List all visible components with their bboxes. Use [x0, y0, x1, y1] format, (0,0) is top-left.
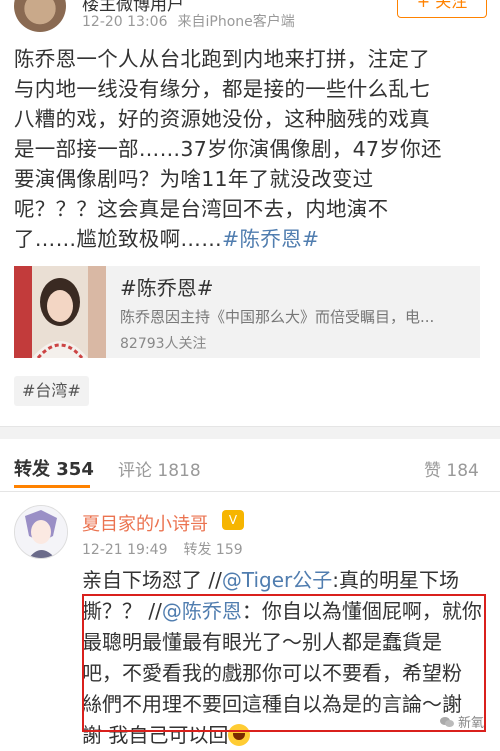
post-body: 陈乔恩一个人从台北跑到内地来打拼，注定了 与内地一线没有缘分，都是接的一些什么乱…	[14, 44, 488, 254]
tabs-divider	[0, 491, 500, 492]
topic-followers: 82793人关注	[120, 336, 207, 352]
post-meta: 12-20 13:06 来自iPhone客户端	[82, 11, 295, 31]
post-line: 陈乔恩一个人从台北跑到内地来打拼，注定了	[14, 47, 430, 71]
post-line: 要演偶像剧吗？为啥11年了就没改变过	[14, 167, 374, 191]
post-line: 呢？？？这会真是台湾回不去，内地演不	[14, 197, 389, 221]
post-line: 八糟的戏，好的资源她没份，这种脑残的戏真	[14, 107, 430, 131]
repost-line: 亲自下场怼了 //@Tiger公子:真的明星下场	[82, 565, 487, 596]
wechat-icon	[440, 717, 454, 727]
repost-line-text: 亲自下场怼了 //	[82, 568, 222, 592]
hashtag-link[interactable]: #陈乔恩#	[222, 227, 319, 251]
tag-chip[interactable]: #台湾#	[14, 376, 89, 406]
repost-username[interactable]: 夏目家的小诗哥	[82, 510, 208, 536]
post-line: 与内地一线没有缘分，都是接的一些什么乱七	[14, 77, 430, 101]
repost-line-text: :真的明星下场	[332, 568, 459, 592]
anime-avatar-image	[15, 506, 67, 558]
tab-like[interactable]: 赞 184	[424, 456, 479, 481]
post-line: 是一部接一部……37岁你演偶像剧，47岁你还	[14, 137, 442, 161]
follow-button[interactable]: + 关注	[397, 0, 487, 18]
post-line: 了……尴尬致极啊……#陈乔恩#	[14, 224, 488, 254]
topic-description: 陈乔恩因主持《中国那么大》而倍受瞩目，电...	[120, 308, 435, 326]
tab-comment[interactable]: 评论 1818	[118, 456, 201, 481]
repost-avatar[interactable]	[14, 505, 68, 559]
mention-link[interactable]: @Tiger公子	[222, 568, 332, 592]
portrait-image	[14, 266, 106, 358]
post-source: 来自iPhone客户端	[177, 14, 295, 30]
post-line-text: 了……尴尬致极啊……	[14, 227, 222, 251]
highlight-box	[82, 594, 486, 732]
watermark-text: 新氧	[458, 716, 485, 731]
tab-active-indicator	[14, 485, 90, 488]
topic-title[interactable]: #陈乔恩#	[120, 272, 214, 301]
author-avatar[interactable]	[14, 0, 66, 32]
vip-badge-icon: V	[222, 510, 244, 530]
watermark: 新氧	[440, 712, 484, 731]
repost-count: 转发 159	[183, 542, 243, 558]
section-divider	[0, 426, 500, 439]
topic-thumbnail	[14, 266, 106, 358]
repost-meta: 12-21 19:49 转发 159	[82, 539, 243, 559]
repost-time: 12-21 19:49	[82, 542, 168, 558]
post-time: 12-20 13:06	[82, 14, 168, 30]
tab-repost[interactable]: 转发 354	[14, 455, 94, 481]
